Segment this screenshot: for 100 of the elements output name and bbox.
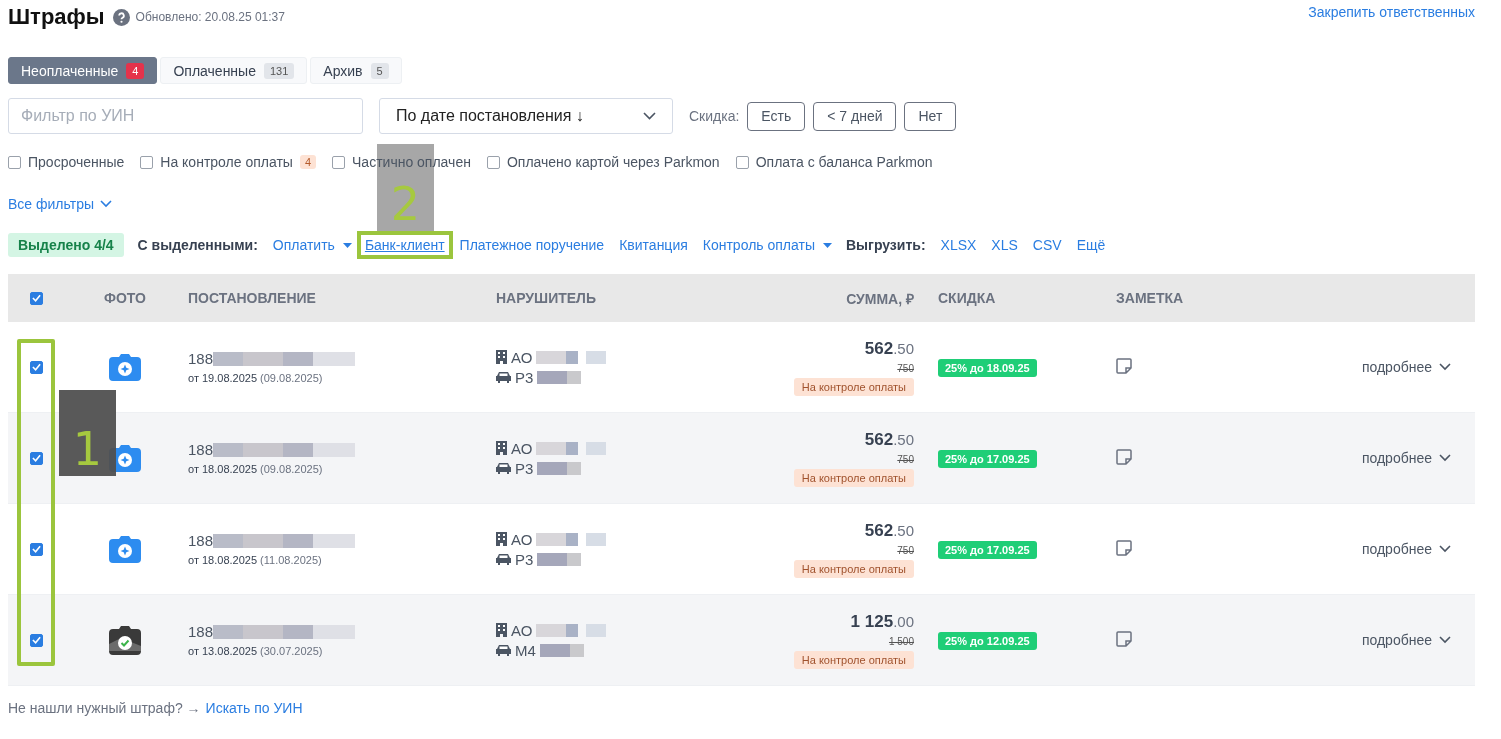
count-badge: 4: [126, 62, 145, 79]
chevron-down-icon: [1439, 636, 1451, 644]
row-checkbox[interactable]: [29, 542, 43, 556]
details-toggle[interactable]: подробнее: [1361, 632, 1451, 648]
details-toggle[interactable]: подробнее: [1361, 359, 1451, 375]
redaction-blur: [537, 461, 582, 475]
column-header: ПОСТАНОВЛЕНИЕ: [188, 290, 316, 306]
old-amount: 1 500: [888, 635, 914, 647]
action-link[interactable]: Квитанция: [619, 237, 688, 253]
with-selected-label: С выделенными:: [137, 237, 258, 253]
redaction-blur: [539, 643, 584, 657]
plate-number: М4: [515, 641, 536, 659]
note-icon[interactable]: [1116, 630, 1132, 647]
caret-icon: [823, 242, 832, 248]
count-badge: 5: [370, 62, 389, 79]
building-icon: [496, 441, 507, 455]
column-header: НАРУШИТЕЛЬ: [496, 290, 596, 306]
fine-amount: 562.50: [864, 429, 914, 450]
company-name: АО: [511, 621, 533, 639]
chevron-down-icon: [1439, 363, 1451, 371]
note-icon[interactable]: [1116, 539, 1132, 556]
discount-badge: 25% до 17.09.25: [938, 450, 1037, 468]
redaction-blur: [537, 370, 582, 384]
company-name: АО: [511, 439, 533, 457]
fine-amount: 562.50: [864, 520, 914, 541]
action-link[interactable]: Платежное поручение: [459, 237, 605, 253]
redaction-blur: [536, 350, 607, 364]
checkbox[interactable]: [140, 155, 154, 169]
annotation-number: 1: [59, 390, 116, 476]
details-toggle[interactable]: подробнее: [1361, 541, 1451, 557]
count-badge: 131: [263, 62, 295, 79]
filter-label: На контроле оплаты: [160, 154, 293, 170]
checkbox[interactable]: [332, 155, 346, 169]
car-icon: [496, 371, 511, 383]
search-field[interactable]: Фильтр по УИН: [8, 98, 363, 134]
ruling-date: от 19.08.2025 (09.08.2025): [188, 372, 324, 384]
chevron-down-icon: [100, 200, 112, 208]
column-header: ФОТО: [104, 290, 146, 306]
tab[interactable]: Оплаченные 131: [160, 57, 308, 84]
row-checkbox[interactable]: [29, 451, 43, 465]
plate-number: Р3: [515, 550, 534, 568]
footer-text: Не нашли нужный штраф? →: [8, 700, 201, 716]
camera-icon[interactable]: [109, 535, 141, 563]
note-icon[interactable]: [1116, 448, 1132, 465]
camera-icon[interactable]: [109, 353, 141, 381]
export-link[interactable]: Ещё: [1076, 237, 1106, 253]
filter-label: Оплата с баланса Parkmon: [755, 154, 933, 170]
discount-badge: 25% до 18.09.25: [938, 359, 1037, 377]
ruling-date: от 18.08.2025 (11.08.2025): [188, 554, 323, 566]
redaction-blur: [536, 532, 607, 546]
discount-option[interactable]: < 7 дней: [813, 101, 897, 131]
search-by-uin-link[interactable]: Искать по УИН: [205, 700, 303, 716]
selected-count-badge: Выделено 4/4: [8, 233, 124, 257]
discount-badge: 25% до 12.09.25: [938, 632, 1037, 650]
redaction-blur: [537, 552, 582, 566]
page-title: Штрафы: [8, 4, 105, 30]
help-icon[interactable]: [112, 8, 130, 26]
row-checkbox[interactable]: [29, 360, 43, 374]
building-icon: [496, 623, 507, 637]
ruling-date: от 18.08.2025 (09.08.2025): [188, 463, 324, 475]
car-icon: [496, 644, 511, 656]
company-name: АО: [511, 348, 533, 366]
pin-responsible-link[interactable]: Закрепить ответственных: [1308, 4, 1475, 20]
details-toggle[interactable]: подробнее: [1361, 450, 1451, 466]
all-filters-link[interactable]: Все фильтры: [8, 196, 112, 212]
car-icon: [496, 553, 511, 565]
bank-client-link[interactable]: Банк-клиент: [364, 237, 445, 253]
discount-option[interactable]: Нет: [904, 101, 957, 131]
checkbox[interactable]: [735, 155, 749, 169]
photo-checked-icon[interactable]: [109, 625, 141, 655]
building-icon: [496, 350, 507, 364]
ruling-number: 188: [188, 623, 214, 640]
fine-amount: 562.50: [864, 338, 914, 359]
note-icon[interactable]: [1116, 357, 1132, 374]
column-header: СКИДКА: [938, 290, 996, 306]
checkbox[interactable]: [486, 155, 500, 169]
dropdown-link[interactable]: Контроль оплаты: [702, 237, 832, 253]
tab[interactable]: Неоплаченные 4: [8, 57, 158, 84]
discount-label: Скидка:: [689, 108, 740, 124]
column-header: ЗАМЕТКА: [1116, 290, 1184, 306]
dropdown-link[interactable]: Оплатить: [272, 237, 352, 253]
ruling-number: 188: [188, 441, 214, 458]
old-amount: 750: [897, 453, 914, 465]
checkbox[interactable]: [8, 155, 21, 169]
updated-time: Обновлено: 20.08.25 01:37: [135, 10, 285, 24]
sort-dropdown[interactable]: По дате постановления ↓: [379, 98, 673, 134]
ruling-number: 188: [188, 350, 214, 367]
row-checkbox[interactable]: [29, 633, 43, 647]
discount-option[interactable]: Есть: [747, 101, 806, 131]
export-link[interactable]: CSV: [1032, 237, 1062, 253]
tab[interactable]: Архив 5: [310, 57, 402, 84]
caret-icon: [342, 242, 352, 248]
ruling-number: 188: [188, 532, 214, 549]
discount-badge: 25% до 17.09.25: [938, 541, 1037, 559]
company-name: АО: [511, 530, 533, 548]
export-link[interactable]: XLS: [991, 237, 1018, 253]
old-amount: 750: [897, 362, 914, 374]
export-link[interactable]: XLSX: [940, 237, 977, 253]
plate-number: Р3: [515, 459, 534, 477]
select-all-checkbox[interactable]: [29, 291, 43, 305]
